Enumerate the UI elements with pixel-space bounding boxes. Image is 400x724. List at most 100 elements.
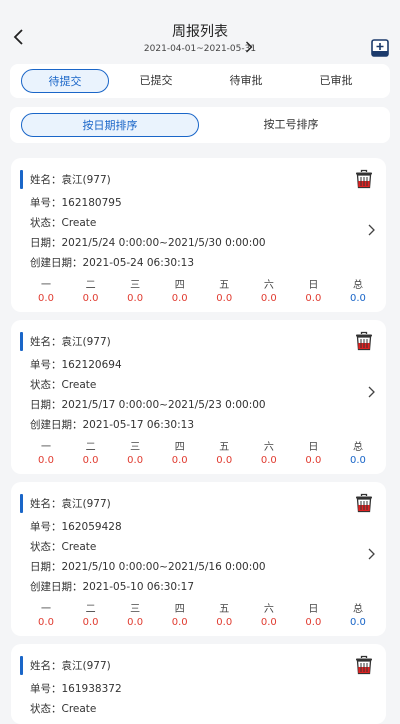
day-label: 六 [263, 604, 274, 615]
day-tuesday: 二 0.0 [76, 438, 106, 466]
day-value: 0.0 [82, 617, 99, 628]
day-label: 六 [263, 280, 274, 291]
day-label: 六 [263, 442, 274, 453]
day-label: 五 [219, 280, 230, 291]
day-label: 二 [85, 280, 96, 291]
report-card[interactable]: 姓名：袁江(977) 单号：162120694 状态：Create 日期：202… [11, 320, 386, 474]
day-value: 0.0 [38, 293, 54, 304]
day-saturday: 六 0.0 [254, 276, 284, 304]
day-friday: 五 0.0 [209, 600, 239, 628]
day-label: 五 [219, 604, 230, 615]
trash-icon[interactable] [355, 169, 373, 189]
day-monday: 一 0.0 [31, 276, 61, 304]
day-label: 总 [352, 604, 363, 615]
tab-approved[interactable]: 已审批 [293, 69, 379, 93]
day-label: 三 [130, 442, 141, 453]
add-box-icon [371, 39, 389, 57]
trash-icon[interactable] [355, 493, 373, 513]
tab-submitted[interactable]: 已提交 [113, 69, 199, 93]
chevron-right-icon[interactable] [366, 384, 378, 400]
day-value: 0.0 [260, 455, 277, 466]
day-friday: 五 0.0 [209, 276, 239, 304]
day-total: 总 0.0 [343, 438, 373, 466]
day-label: 三 [130, 604, 141, 615]
day-label: 二 [85, 604, 96, 615]
day-value: 0.0 [305, 455, 322, 466]
day-label: 总 [352, 280, 363, 291]
day-label: 日 [308, 442, 319, 453]
daily-hours: 一 0.0 二 0.0 三 0.0 四 0.0 五 0.0 六 0.0 日 0.0 总 0.0 [31, 600, 373, 628]
day-value: 0.0 [305, 617, 322, 628]
trash-icon[interactable] [355, 655, 373, 675]
day-value: 0.0 [38, 617, 54, 628]
day-value: 0.0 [38, 455, 54, 466]
day-value: 0.0 [216, 455, 233, 466]
day-value: 0.0 [216, 293, 233, 304]
day-thursday: 四 0.0 [165, 276, 195, 304]
day-wednesday: 三 0.0 [120, 276, 150, 304]
day-value: 0.0 [127, 617, 144, 628]
total-value: 0.0 [349, 455, 366, 466]
chevron-right-icon [246, 41, 253, 53]
created-date: 创建日期：2021-05-10 06:30:17 [30, 581, 195, 593]
date-range-text: 日期：2021/5/24 0:00:00~2021/5/30 0:00:00 [30, 237, 266, 249]
day-label: 日 [308, 604, 319, 615]
employee-name: 姓名：袁江(977) [30, 498, 111, 510]
card-accent-bar [20, 656, 23, 675]
created-date: 创建日期：2021-05-17 06:30:13 [30, 419, 195, 431]
tab-pending-approval[interactable]: 待审批 [203, 69, 289, 93]
day-monday: 一 0.0 [31, 600, 61, 628]
add-button[interactable] [371, 39, 389, 57]
day-value: 0.0 [216, 617, 233, 628]
day-value: 0.0 [82, 293, 99, 304]
sort-by-date[interactable]: 按日期排序 [21, 113, 199, 137]
report-card[interactable]: 姓名：袁江(977) 单号：161938372 状态：Create [11, 644, 386, 724]
daily-hours: 一 0.0 二 0.0 三 0.0 四 0.0 五 0.0 六 0.0 日 0.0 总 0.0 [31, 276, 373, 304]
report-card[interactable]: 姓名：袁江(977) 单号：162059428 状态：Create 日期：202… [11, 482, 386, 636]
status-text: 状态：Create [30, 217, 97, 229]
trash-icon[interactable] [355, 331, 373, 351]
sort-by-employee-id[interactable]: 按工号排序 [203, 113, 379, 137]
day-sunday: 日 0.0 [298, 600, 328, 628]
day-label: 一 [41, 604, 51, 615]
card-accent-bar [20, 332, 23, 351]
status-text: 状态：Create [30, 541, 97, 553]
day-total: 总 0.0 [343, 600, 373, 628]
day-monday: 一 0.0 [31, 438, 61, 466]
chevron-right-icon[interactable] [366, 222, 378, 238]
status-text: 状态：Create [30, 703, 97, 715]
day-value: 0.0 [260, 617, 277, 628]
day-thursday: 四 0.0 [165, 600, 195, 628]
next-range-button[interactable] [242, 40, 256, 54]
day-label: 四 [174, 604, 185, 615]
card-accent-bar [20, 170, 23, 189]
day-tuesday: 二 0.0 [76, 600, 106, 628]
order-number: 单号：162180795 [30, 197, 122, 209]
status-text: 状态：Create [30, 379, 97, 391]
tab-pending-submit[interactable]: 待提交 [21, 69, 109, 93]
day-value: 0.0 [171, 617, 188, 628]
day-label: 总 [352, 442, 363, 453]
day-friday: 五 0.0 [209, 438, 239, 466]
day-wednesday: 三 0.0 [120, 600, 150, 628]
report-card[interactable]: 姓名：袁江(977) 单号：162180795 状态：Create 日期：202… [11, 158, 386, 312]
day-thursday: 四 0.0 [165, 438, 195, 466]
day-wednesday: 三 0.0 [120, 438, 150, 466]
day-label: 三 [130, 280, 141, 291]
day-label: 二 [85, 442, 96, 453]
order-number: 单号：162059428 [30, 521, 122, 533]
employee-name: 姓名：袁江(977) [30, 174, 111, 186]
total-value: 0.0 [349, 293, 366, 304]
page-title: 周报列表 [172, 24, 228, 40]
day-saturday: 六 0.0 [254, 438, 284, 466]
navigation-bar: 周报列表 2021-04-01~2021-05-31 [0, 12, 400, 57]
day-value: 0.0 [82, 455, 99, 466]
daily-hours: 一 0.0 二 0.0 三 0.0 四 0.0 五 0.0 六 0.0 日 0.0 总 0.0 [31, 438, 373, 466]
chevron-right-icon[interactable] [366, 546, 378, 562]
day-value: 0.0 [171, 455, 188, 466]
total-value: 0.0 [349, 617, 366, 628]
day-label: 日 [308, 280, 319, 291]
date-range-text: 日期：2021/5/10 0:00:00~2021/5/16 0:00:00 [30, 561, 266, 573]
day-label: 一 [41, 280, 51, 291]
day-label: 一 [41, 442, 51, 453]
